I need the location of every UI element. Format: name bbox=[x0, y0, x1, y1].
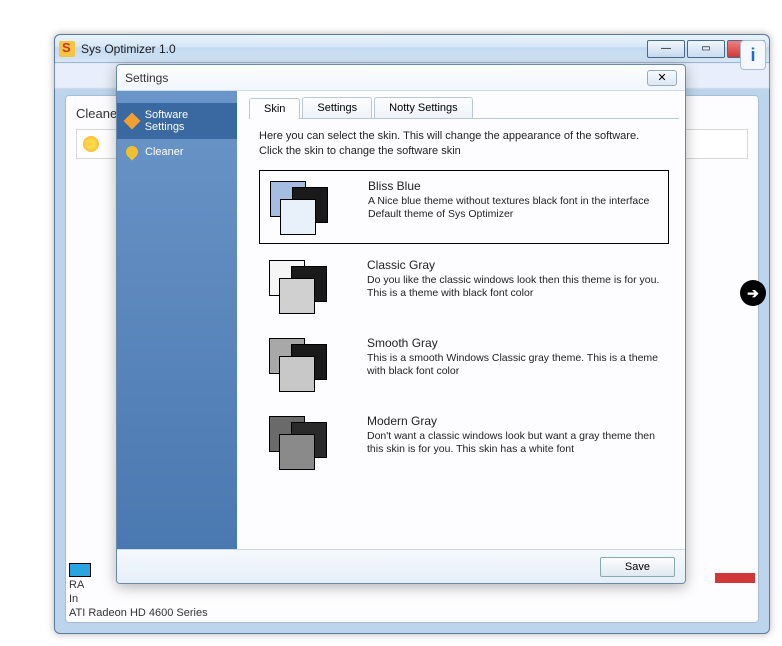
sidebar-item-software-settings[interactable]: Software Settings bbox=[117, 103, 237, 139]
tab-settings[interactable]: Settings bbox=[302, 97, 372, 118]
next-arrow-button[interactable]: ➔ bbox=[740, 280, 766, 306]
minimize-button[interactable]: — bbox=[647, 40, 685, 58]
settings-sidebar: Software Settings Cleaner bbox=[117, 91, 237, 549]
settings-titlebar[interactable]: Settings ✕ bbox=[117, 65, 685, 91]
gpu-chip-icon bbox=[69, 563, 91, 577]
settings-dialog-title: Settings bbox=[125, 71, 647, 85]
sidebar-item-label: Software Settings bbox=[145, 109, 229, 133]
save-button[interactable]: Save bbox=[600, 557, 675, 577]
skin-name: Modern Gray bbox=[367, 414, 661, 428]
tab-strip: Skin Settings Notty Settings bbox=[249, 97, 679, 119]
skin-preview bbox=[267, 336, 347, 392]
skin-name: Bliss Blue bbox=[368, 179, 660, 193]
skin-description: Do you like the classic windows look the… bbox=[367, 274, 661, 301]
sun-icon bbox=[83, 136, 99, 152]
skin-description: This is a smooth Windows Classic gray th… bbox=[367, 352, 661, 379]
tab-panel-skin: Here you can select the skin. This will … bbox=[249, 119, 679, 488]
skin-name: Classic Gray bbox=[367, 258, 661, 272]
skin-option[interactable]: Smooth Gray This is a smooth Windows Clas… bbox=[259, 328, 669, 400]
skin-name: Smooth Gray bbox=[367, 336, 661, 350]
sidebar-item-cleaner[interactable]: Cleaner bbox=[117, 139, 237, 165]
tab-skin[interactable]: Skin bbox=[249, 98, 300, 119]
skin-option[interactable]: Classic Gray Do you like the classic wind… bbox=[259, 250, 669, 322]
sidebar-item-label: Cleaner bbox=[145, 146, 184, 158]
status-line-2: In bbox=[69, 593, 755, 605]
info-button[interactable]: i bbox=[740, 40, 766, 70]
tools-icon bbox=[125, 114, 139, 128]
skin-info: Bliss Blue A Nice blue theme without text… bbox=[368, 179, 660, 235]
settings-dialog: Settings ✕ Software Settings Cleaner Ski… bbox=[116, 64, 686, 584]
skin-intro-text: Here you can select the skin. This will … bbox=[259, 129, 669, 160]
status-line-3: ATI Radeon HD 4600 Series bbox=[69, 607, 755, 619]
skin-info: Modern Gray Don't want a classic windows … bbox=[367, 414, 661, 470]
skin-info: Smooth Gray This is a smooth Windows Clas… bbox=[367, 336, 661, 392]
skin-description: Don't want a classic windows look but wa… bbox=[367, 430, 661, 457]
settings-close-button[interactable]: ✕ bbox=[647, 70, 677, 86]
skin-description: A Nice blue theme without textures black… bbox=[368, 195, 660, 222]
maximize-button[interactable]: ▭ bbox=[687, 40, 725, 58]
status-progress-red bbox=[715, 573, 755, 583]
skin-info: Classic Gray Do you like the classic wind… bbox=[367, 258, 661, 314]
app-icon bbox=[59, 41, 75, 57]
settings-footer: Save bbox=[117, 549, 685, 583]
skin-preview bbox=[267, 258, 347, 314]
skin-option[interactable]: Bliss Blue A Nice blue theme without text… bbox=[259, 170, 669, 244]
broom-icon bbox=[125, 145, 139, 159]
main-window-title: Sys Optimizer 1.0 bbox=[81, 42, 647, 56]
skin-preview: A bbox=[267, 414, 347, 470]
main-titlebar[interactable]: Sys Optimizer 1.0 — ▭ ✕ bbox=[55, 35, 769, 63]
settings-main: Skin Settings Notty Settings Here you ca… bbox=[237, 91, 685, 549]
skin-option[interactable]: A Modern Gray Don't want a classic windows… bbox=[259, 406, 669, 478]
tab-notty-settings[interactable]: Notty Settings bbox=[374, 97, 472, 118]
skin-preview bbox=[268, 179, 348, 235]
